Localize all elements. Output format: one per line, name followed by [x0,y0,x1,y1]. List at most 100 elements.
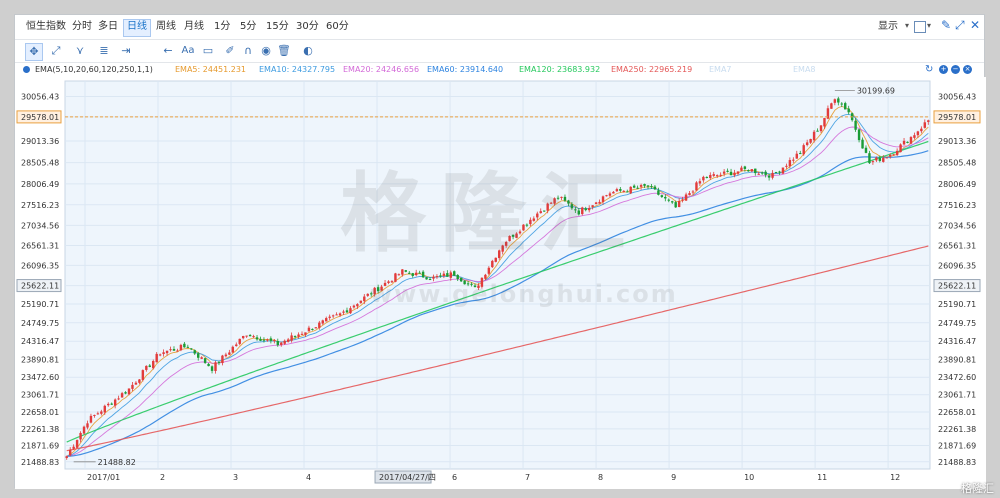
tab-index-name[interactable]: 恒生指数 [23,19,69,35]
y-tick-label-left: 27034.56 [21,221,59,230]
candle-body [522,224,525,231]
fullscreen-icon[interactable]: ⤢ [955,18,965,33]
candle-body [854,120,857,130]
candle-body [861,139,864,149]
candle-body [767,175,771,178]
candle-body [359,300,363,303]
trash-icon[interactable]: 🗑 [277,43,291,59]
candle-body [200,357,203,359]
candle-body [750,169,754,172]
candle-body [435,276,439,278]
candle-body [300,333,304,335]
x-tick-label: 3 [233,473,238,482]
y-tick-label-left: 21488.83 [21,458,59,467]
tab-5min[interactable]: 5分 [237,19,259,35]
candle-body [131,384,134,389]
y-tick-label-left: 28505.48 [21,159,59,168]
y-tick-label-right: 26561.31 [938,242,976,251]
candle-body [591,205,594,207]
pen-icon[interactable]: ✎ [941,18,951,32]
tab-30min[interactable]: 30分 [293,19,322,35]
candle-body [387,281,390,283]
x-tick-label: 11 [817,473,827,482]
candle-body [145,365,148,370]
candle-body [439,275,442,277]
comment-icon[interactable]: ▭ [201,43,215,59]
candle-body [276,341,280,346]
candle-body [567,200,570,204]
candle-body [158,354,162,356]
candle-body [314,327,318,329]
back-arrow-icon[interactable]: ← [161,43,175,59]
kline-chart[interactable]: 30056.43 30056.43 29578.01 29578.01 29013.36… [15,77,986,489]
y-tick-label-right: 29013.36 [938,137,976,146]
magnet-icon[interactable]: ∩ [241,43,255,59]
close-icon[interactable]: × [963,65,972,74]
candle-body [906,141,909,143]
tab-1min[interactable]: 1分 [211,19,233,35]
candle-body [525,224,529,226]
candle-body [366,293,369,296]
ema5-value: EMA5: 24451.231 [175,65,247,74]
candle-body [560,196,563,198]
chevron-down-icon[interactable]: ▾ [927,21,931,30]
candle-body [729,171,733,176]
kline-chart-svg[interactable]: 30056.43 30056.43 29578.01 29578.01 29013.36… [15,77,986,489]
layout-icon[interactable] [914,21,926,33]
polyline-tool-icon[interactable]: ⋎ [73,43,87,59]
eye-icon[interactable]: ◉ [259,43,273,59]
candle-body [684,194,688,201]
tab-15min[interactable]: 15分 [263,19,292,35]
candle-body [221,355,224,364]
y-tick-label-left: 24749.75 [21,319,59,328]
candle-body [920,128,923,132]
candle-body [830,103,833,109]
toggle-icon[interactable]: ◐ [301,43,315,59]
candle-body [916,131,920,136]
tab-weekly[interactable]: 周线 [153,19,179,35]
candle-body [421,271,425,278]
fib-tool-icon[interactable]: ≣ [97,43,111,59]
candle-body [89,415,93,423]
measure-tool-icon[interactable]: ⇥ [119,43,133,59]
refresh-icon[interactable]: ↻ [925,63,933,77]
close-icon[interactable]: ✕ [970,18,980,32]
candle-body [888,154,892,157]
candle-body [760,172,764,174]
tab-daily[interactable]: 日线 [123,19,151,37]
crosshair-icon[interactable]: ✥ [25,43,43,61]
tab-60min[interactable]: 60分 [323,19,352,35]
candle-body [546,203,549,211]
candle-body [844,103,847,110]
pen-icon[interactable]: ✐ [223,43,237,59]
tab-multi-day[interactable]: 多日 [95,19,121,35]
candle-body [885,157,888,159]
candle-body [210,366,214,371]
candle-body [909,137,913,144]
line-tool-icon[interactable]: ⤢ [49,43,63,59]
candle-body [297,334,300,337]
candle-body [190,348,193,350]
candle-body [376,287,380,292]
candle-body [812,131,816,141]
candle-body [349,308,352,314]
candle-body [594,202,598,205]
candle-body [743,166,747,169]
add-icon[interactable]: + [939,65,948,74]
candle-body [134,382,138,385]
tab-monthly[interactable]: 月线 [181,19,207,35]
candle-body [79,432,82,440]
candle-body [688,193,691,196]
text-tool-button[interactable]: Aa [179,43,197,59]
candle-body [902,140,906,145]
remove-icon[interactable]: − [951,65,960,74]
candle-body [788,160,792,167]
candle-body [117,398,120,400]
candle-body [183,343,186,348]
candle-body [325,318,328,322]
tab-intraday[interactable]: 分时 [69,19,95,35]
y-tick-label-right: 28006.49 [938,180,976,189]
x-tick-label: 6 [452,473,457,482]
chevron-down-icon[interactable]: ▾ [905,21,909,30]
display-menu[interactable]: 显示 [875,19,901,35]
